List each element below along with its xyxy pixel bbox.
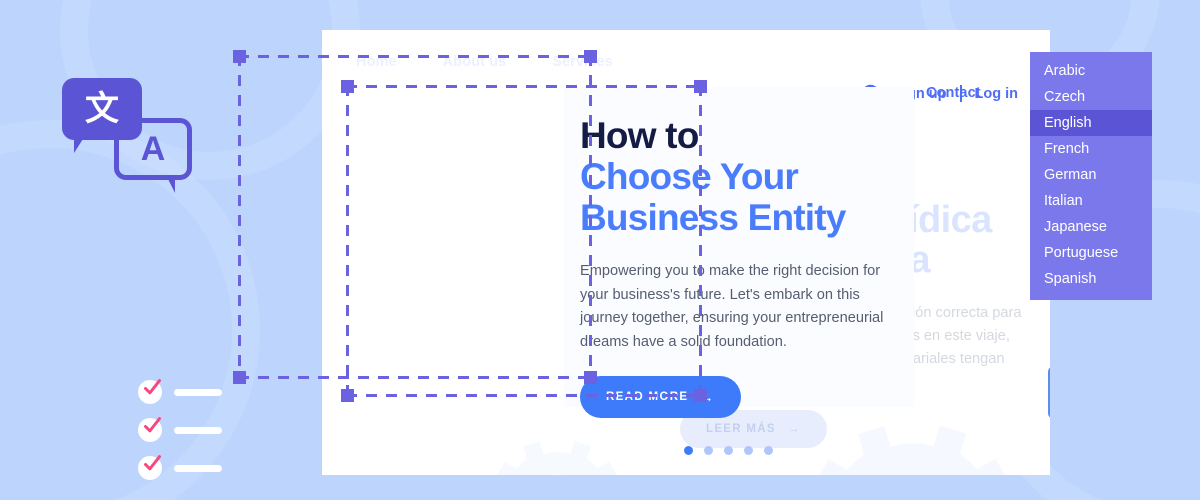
list-item [138,455,222,480]
language-dropdown-menu[interactable]: Arabic Czech English French German Itali… [1030,52,1152,300]
carousel-dot-2[interactable] [704,446,713,455]
list-item [138,417,222,442]
nav-item-about-us[interactable]: About us [443,54,507,70]
carousel-dot-5[interactable] [764,446,773,455]
landing-page-card: Home About us Services Sign up Log in ju… [322,30,1050,475]
checkmark-icon [144,379,161,395]
speech-bubble-solid-icon: 文 [62,78,142,153]
placeholder-bar [174,426,222,434]
arrow-right-icon: → [787,423,801,435]
hero-english-overlay: How to Choose Your Business Entity Empow… [564,87,914,418]
nav-item-services[interactable]: Services [552,54,612,70]
language-option-german[interactable]: German [1030,162,1152,188]
selection-handle-top-left[interactable] [233,50,246,63]
translate-icon: A 文 [62,78,192,196]
carousel-dot-1[interactable] [684,446,693,455]
carousel-dot-4[interactable] [744,446,753,455]
hero-english-content: How to Choose Your Business Entity Empow… [580,115,900,418]
checkmark-icon [144,417,161,433]
language-option-spanish[interactable]: Spanish [1030,266,1152,292]
read-more-button[interactable]: READ MORE → [580,376,741,418]
language-option-arabic[interactable]: Arabic [1030,58,1152,84]
nav-item-home[interactable]: Home [356,54,397,70]
language-option-czech[interactable]: Czech [1030,84,1152,110]
login-button[interactable]: Log in [975,86,1019,102]
language-option-portuguese[interactable]: Portuguese [1030,240,1152,266]
nav-links-group: Home About us Services [356,54,613,70]
read-more-label: READ MORE [606,391,689,403]
check-circle-icon [138,455,162,480]
hero-english-paragraph: Empowering you to make the right decisio… [580,263,884,350]
language-option-italian[interactable]: Italian [1030,188,1152,214]
list-item [138,379,222,404]
hero-english-line-3: Business Entity [580,197,846,238]
placeholder-bar [174,388,222,396]
hero-english-line-2: Choose Your [580,156,799,197]
letter-a-glyph: A [140,130,166,168]
placeholder-bar [174,464,222,472]
selection-edge-left [238,55,241,379]
language-option-english[interactable]: English [1030,110,1152,136]
leer-mas-label: LEER MÁS [706,423,776,435]
language-option-french[interactable]: French [1030,136,1152,162]
cjk-character-glyph: 文 [85,89,119,129]
check-circle-icon [138,417,162,442]
carousel-dots [684,446,773,455]
language-option-japanese[interactable]: Japanese [1030,214,1152,240]
arrow-right-icon: → [699,389,715,405]
checklist-decoration [138,379,222,494]
nav-item-contact[interactable]: Contact [926,85,981,101]
checkmark-icon [144,455,161,471]
carousel-dot-3[interactable] [724,446,733,455]
check-circle-icon [138,379,162,404]
gear-watermark-icon [497,441,617,475]
selection-handle-bottom-left[interactable] [233,371,246,384]
hero-english-line-1: How to [580,115,699,156]
